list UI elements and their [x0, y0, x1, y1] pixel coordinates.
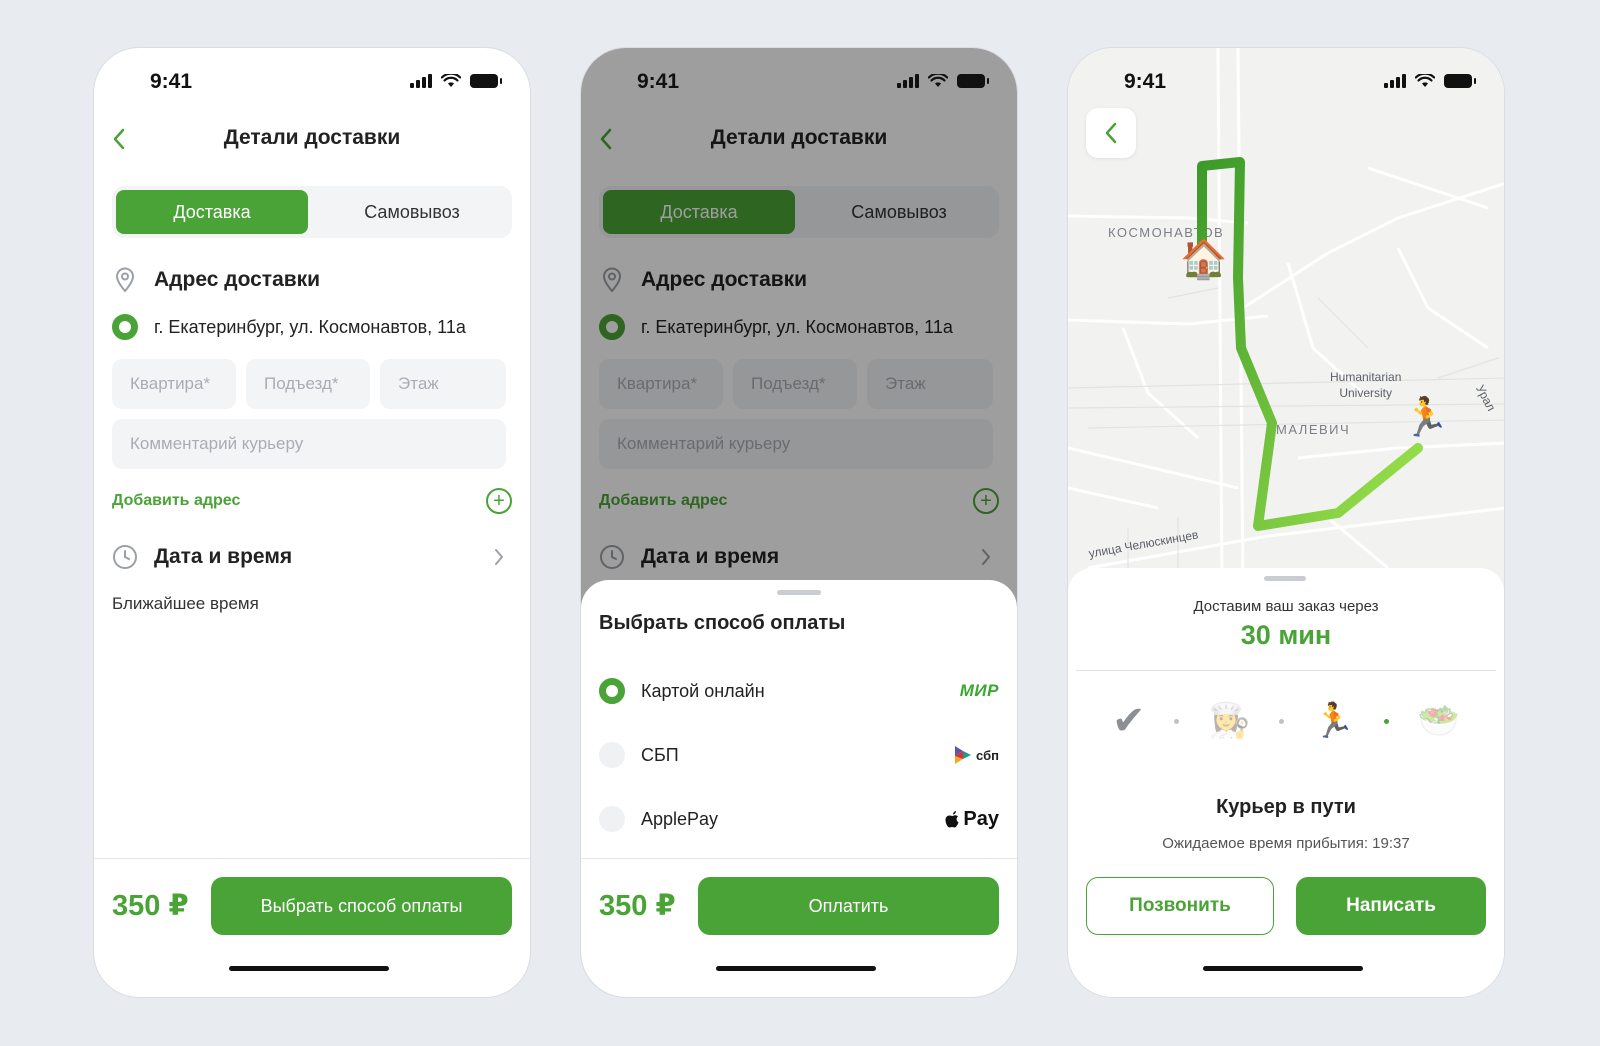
floor-field[interactable]: Этаж: [380, 359, 506, 409]
address-section-header: Адрес доставки: [112, 265, 512, 295]
progress-dot: [1174, 718, 1180, 724]
tracking-card: Доставим ваш заказ через 30 мин ✔ 👩‍🍳 🏃 …: [1068, 568, 1504, 997]
sheet-handle[interactable]: [1264, 576, 1306, 581]
footer-divider: [581, 858, 1017, 859]
status-bar: 9:41: [581, 48, 1017, 118]
delivery-mode-toggle: Доставка Самовывоз: [112, 186, 512, 238]
datetime-title: Дата и время: [154, 545, 293, 568]
tab-pickup[interactable]: Самовывоз: [316, 190, 508, 234]
entrance-field[interactable]: Подъезд*: [246, 359, 370, 409]
phone-delivery-details: 9:41 Детали доставки Доставка Самовывоз: [93, 47, 531, 998]
payment-option-sbp[interactable]: СБП сбп: [599, 738, 999, 772]
courier-status: Курьер в пути: [1216, 796, 1356, 818]
sheet-title: Выбрать способ оплаты: [599, 612, 846, 634]
clock-icon: [112, 544, 138, 570]
house-icon: 🏠: [1180, 239, 1228, 281]
status-bar: 9:41: [1068, 48, 1504, 118]
eta-caption: Доставим ваш заказ через: [1193, 598, 1379, 615]
home-indicator: [1203, 966, 1363, 971]
signal-icon: [1384, 74, 1406, 88]
status-bar: 9:41: [94, 48, 530, 118]
chevron-left-icon: [1105, 122, 1117, 144]
payment-radio[interactable]: [599, 742, 625, 768]
battery-icon: [1444, 74, 1476, 88]
signal-icon: [410, 74, 432, 88]
payment-bottom-sheet: Выбрать способ оплаты Картой онлайн МИР …: [581, 580, 1017, 997]
add-circle-icon[interactable]: +: [486, 488, 512, 514]
footer-divider: [94, 858, 530, 859]
address-text: г. Екатеринбург, ул. Космонавтов, 11а: [154, 316, 466, 337]
apple-pay-logo: Pay: [945, 808, 999, 831]
add-address-link[interactable]: Добавить адрес: [112, 492, 240, 510]
courier-map-icon: 🏃: [1402, 397, 1450, 439]
status-time: 9:41: [637, 70, 680, 93]
apartment-field[interactable]: Квартира*: [112, 359, 236, 409]
payment-option-label: ApplePay: [641, 808, 719, 829]
address-radio[interactable]: [112, 314, 138, 340]
address-section-title: Адрес доставки: [154, 268, 321, 291]
order-price: 350 ₽: [112, 890, 189, 922]
datetime-row[interactable]: Дата и время: [112, 542, 512, 572]
home-indicator: [229, 966, 389, 971]
signal-icon: [897, 74, 919, 88]
mir-logo: МИР: [959, 681, 999, 700]
eta-value: 30 мин: [1240, 620, 1332, 650]
chevron-right-icon: [495, 549, 503, 565]
salad-icon: 🥗: [1417, 702, 1460, 740]
payment-option-label: Картой онлайн: [641, 680, 765, 701]
phone-order-tracking: КОСМОНАВТОВ МАЛЕВИЧ Humanitarian Univers…: [1067, 47, 1505, 998]
battery-icon: [470, 74, 502, 88]
screen-header: Детали доставки: [94, 118, 530, 158]
back-button[interactable]: [1086, 108, 1136, 158]
address-option[interactable]: г. Екатеринбург, ул. Космонавтов, 11а: [112, 312, 512, 342]
payment-radio[interactable]: [599, 806, 625, 832]
location-pin-icon: [112, 267, 138, 293]
pay-button[interactable]: Оплатить: [698, 877, 999, 935]
status-time: 9:41: [150, 70, 193, 93]
confirmed-check-icon: ✔: [1112, 699, 1146, 743]
progress-dot: [1383, 718, 1389, 724]
sbp-logo: сбп: [953, 744, 999, 766]
message-button[interactable]: Написать: [1296, 877, 1486, 935]
progress-dot: [1279, 718, 1285, 724]
order-progress: ✔ 👩‍🍳 🏃 🥗: [1112, 696, 1460, 746]
payment-option-applepay[interactable]: ApplePay Pay: [599, 802, 999, 836]
cook-icon: 👩‍🍳: [1207, 702, 1251, 740]
delivery-map[interactable]: КОСМОНАВТОВ МАЛЕВИЧ Humanitarian Univers…: [1068, 48, 1504, 588]
tab-delivery[interactable]: Доставка: [116, 190, 308, 234]
sheet-handle[interactable]: [777, 590, 821, 595]
wifi-icon: [441, 74, 461, 87]
payment-option-card[interactable]: Картой онлайн МИР: [599, 674, 999, 708]
order-price: 350 ₽: [599, 890, 676, 922]
home-indicator: [716, 966, 876, 971]
sbp-triangle-icon: [955, 746, 972, 764]
wifi-icon: [928, 74, 948, 87]
card-divider: [1076, 670, 1496, 671]
arrival-time: Ожидаемое время прибытия: 19:37: [1162, 835, 1410, 852]
courier-icon: 🏃: [1312, 702, 1356, 740]
choose-payment-button[interactable]: Выбрать способ оплаты: [211, 877, 512, 935]
status-time: 9:41: [1124, 70, 1167, 93]
page-title: Детали доставки: [223, 126, 401, 149]
phone-payment-method: 9:41 Детали доставки Доставка Самовывоз: [580, 47, 1018, 998]
apple-icon: [945, 810, 959, 827]
payment-radio[interactable]: [599, 678, 625, 704]
wifi-icon: [1415, 74, 1435, 87]
courier-comment-field[interactable]: Комментарий курьеру: [112, 419, 506, 469]
call-button[interactable]: Позвонить: [1086, 877, 1274, 935]
battery-icon: [957, 74, 989, 88]
nearest-time-text: Ближайшее время: [112, 594, 259, 613]
payment-option-label: СБП: [641, 744, 679, 765]
